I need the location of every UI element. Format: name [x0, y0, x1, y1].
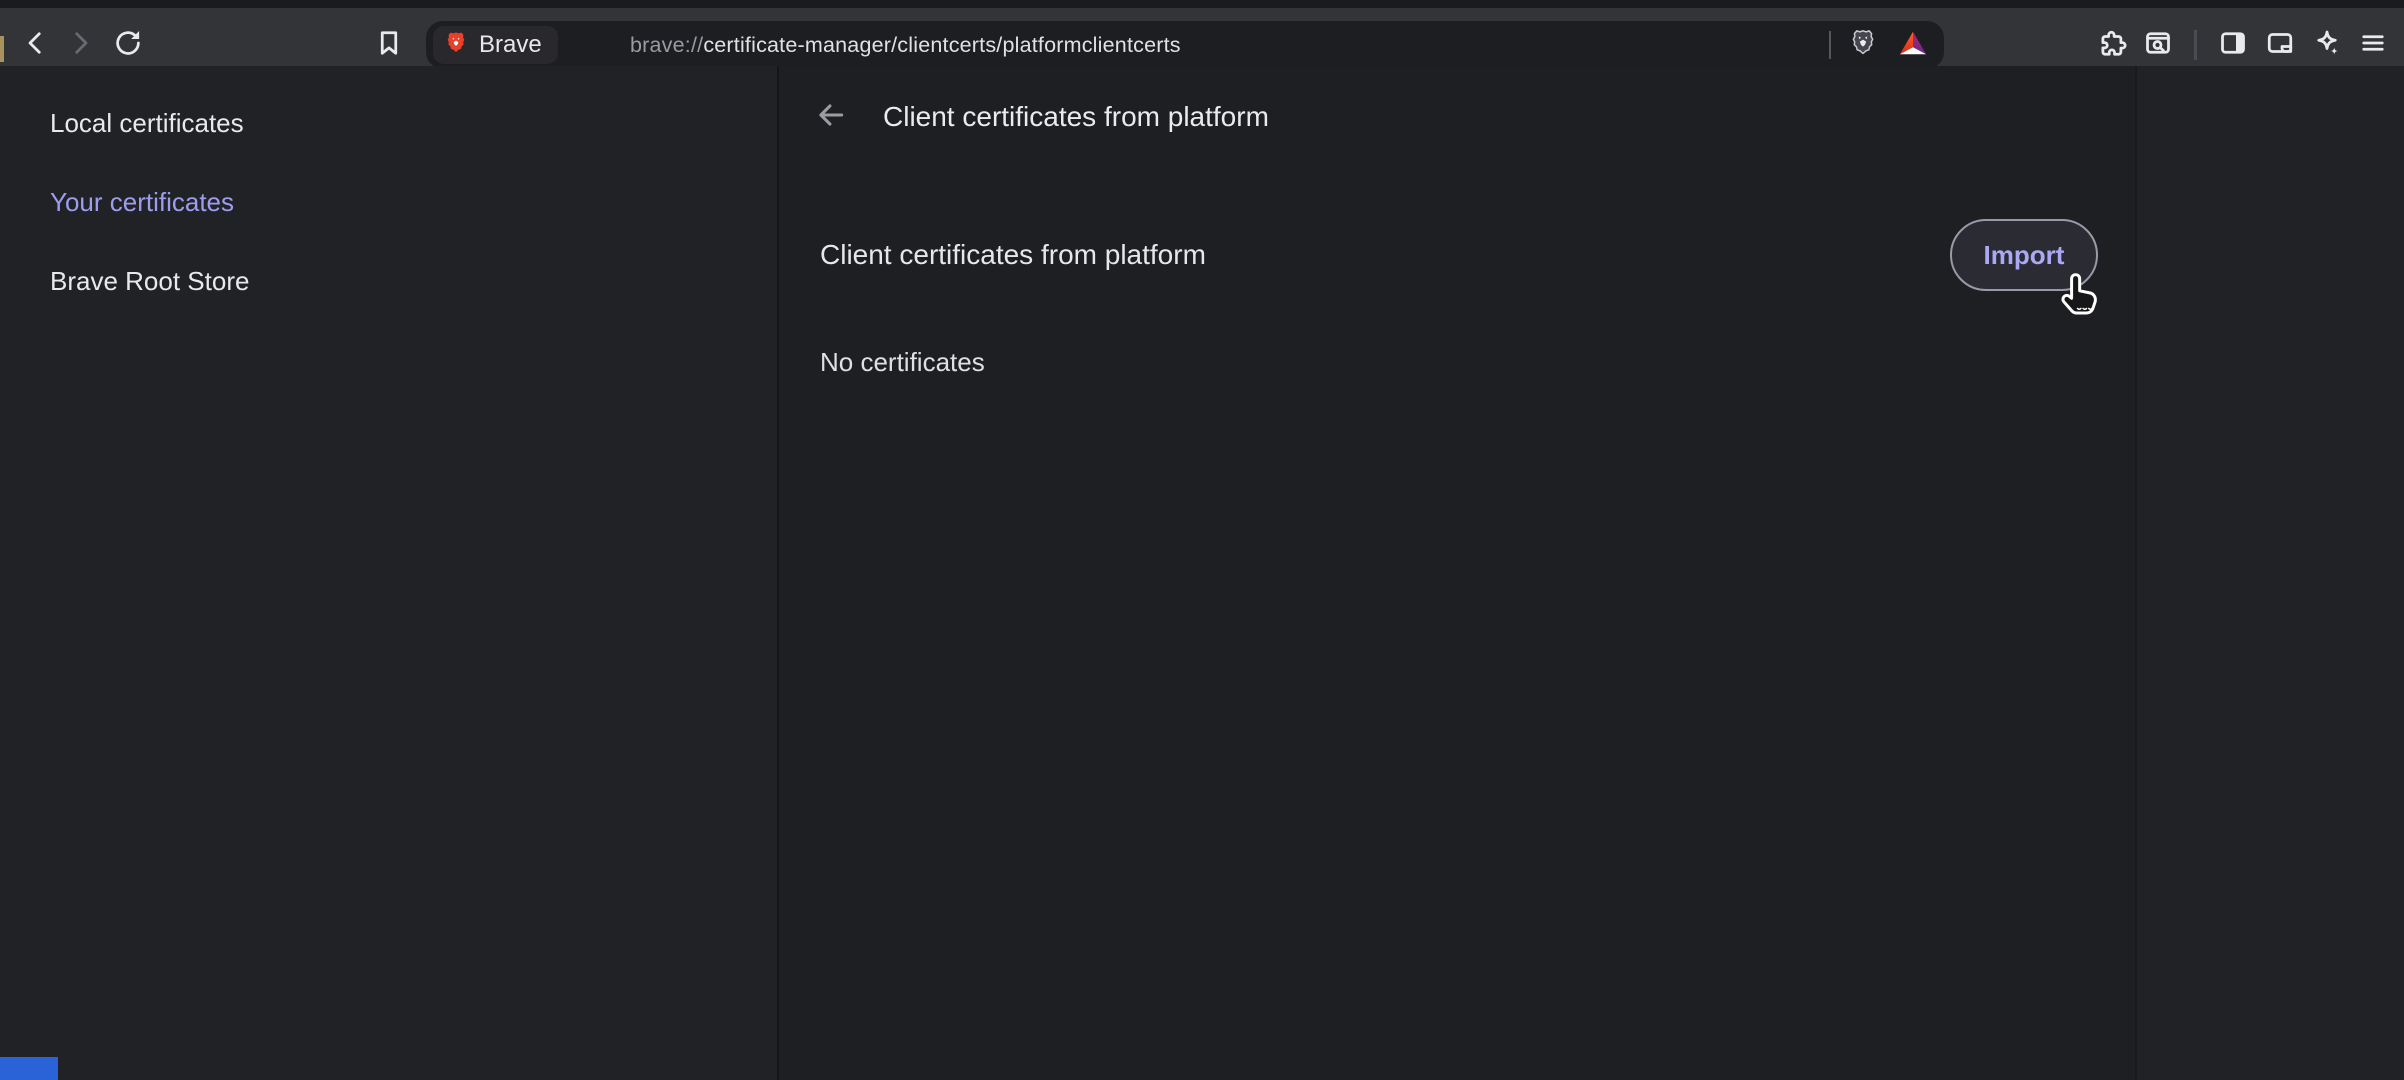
sidebar-item-label: Your certificates: [50, 187, 234, 218]
section-title: Client certificates from platform: [820, 219, 1206, 291]
page-back-button[interactable]: [811, 97, 851, 137]
shields-button[interactable]: [1846, 28, 1880, 62]
url-input[interactable]: brave://certificate-manager/clientcerts/…: [630, 21, 1181, 69]
certificates-card: Client certificates from platform Client…: [777, 66, 2137, 1080]
reload-icon: [113, 28, 143, 63]
brave-shields-icon: [1848, 28, 1878, 63]
back-button[interactable]: [14, 23, 58, 67]
card-header: Client certificates from platform: [779, 66, 2135, 166]
arrow-left-icon: [815, 99, 847, 136]
sidebar-item-label: Brave Root Store: [50, 266, 249, 297]
url-scheme: brave://: [630, 33, 703, 58]
brave-logo-icon: [443, 30, 469, 61]
urlbar-separator: [1829, 31, 1831, 59]
platform-certificates-section: Client certificates from platform Import: [779, 219, 2135, 291]
url-bar[interactable]: Brave brave://certificate-manager/client…: [426, 21, 1944, 69]
certificate-manager-page: Local certificates Your certificates Bra…: [0, 66, 2404, 1080]
site-chip-label: Brave: [479, 31, 542, 59]
sidebar-item-label: Local certificates: [50, 108, 244, 139]
bat-triangle-icon: [1898, 28, 1928, 63]
wallet-button[interactable]: [2258, 23, 2302, 67]
browser-toolbar: Brave brave://certificate-manager/client…: [0, 8, 2404, 66]
screen-edge-sliver: [0, 36, 4, 62]
reload-button[interactable]: [106, 23, 150, 67]
import-button[interactable]: Import: [1950, 219, 2098, 291]
url-path: certificate-manager/clientcerts/platform…: [703, 33, 1180, 58]
page-title: Client certificates from platform: [883, 99, 1269, 135]
sidebar-item-local-certificates[interactable]: Local certificates: [0, 84, 777, 163]
window-top-edge: [0, 0, 2404, 8]
leo-ai-button[interactable]: [2305, 23, 2349, 67]
hamburger-menu-icon: [2358, 28, 2388, 63]
forward-button[interactable]: [58, 23, 102, 67]
search-button[interactable]: [2136, 23, 2180, 67]
forward-icon: [65, 28, 95, 63]
bookmark-icon: [374, 28, 404, 63]
back-icon: [21, 28, 51, 63]
rewards-button[interactable]: [1896, 28, 1930, 62]
empty-state-text: No certificates: [820, 345, 985, 379]
bookmark-button[interactable]: [367, 23, 411, 67]
extensions-puzzle-icon: [2097, 28, 2127, 63]
sidebar-item-your-certificates[interactable]: Your certificates: [0, 163, 777, 242]
search-window-icon: [2143, 28, 2173, 63]
certificate-sidebar: Local certificates Your certificates Bra…: [0, 66, 777, 1080]
menu-button[interactable]: [2351, 23, 2395, 67]
import-button-label: Import: [1984, 240, 2065, 271]
wallet-icon: [2265, 28, 2295, 63]
sidebar-item-brave-root-store[interactable]: Brave Root Store: [0, 242, 777, 321]
browser-window: Brave brave://certificate-manager/client…: [0, 0, 2404, 1080]
sidebar-panel-icon: [2218, 28, 2248, 63]
extensions-button[interactable]: [2090, 23, 2134, 67]
sidebar-list: Local certificates Your certificates Bra…: [0, 84, 777, 321]
toolbar-separator: [2194, 30, 2197, 60]
site-info-chip[interactable]: Brave: [433, 26, 558, 64]
sidebar-toggle-button[interactable]: [2211, 23, 2255, 67]
status-corner-indicator: [0, 1057, 58, 1080]
sparkle-icon: [2312, 28, 2342, 63]
